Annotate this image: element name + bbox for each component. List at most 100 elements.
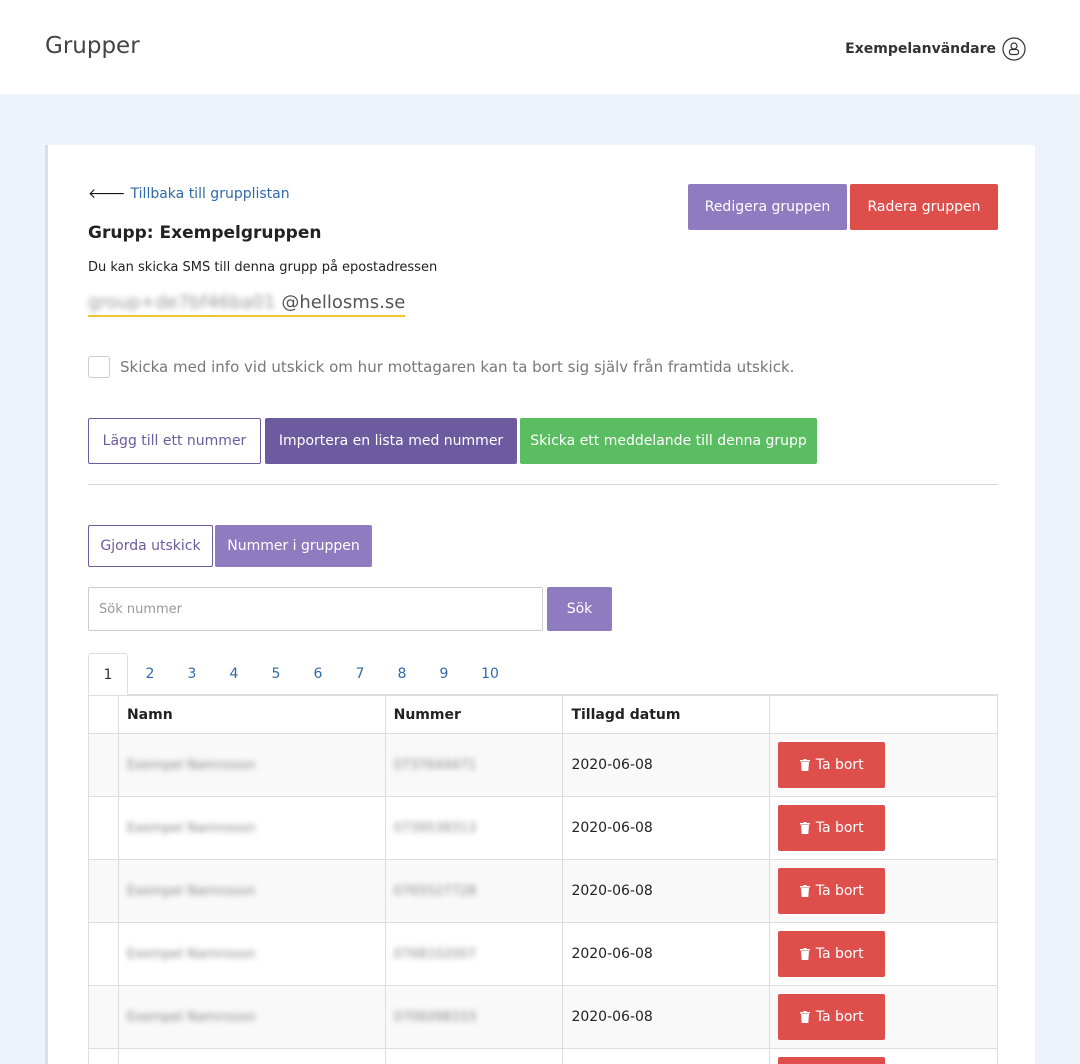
table-row: Exempel Namnsson 0737644471 2020-06-08 T…: [88, 733, 998, 797]
group-email: group+de7bf46ba01 @hellosms.se: [88, 289, 406, 317]
email-prefix-redacted: group+de7bf46ba01: [88, 291, 276, 313]
number-redacted: 0768102007: [393, 947, 477, 962]
number-redacted: 0737644471: [393, 758, 477, 773]
back-link[interactable]: 🡐 Tillbaka till grupplistan: [88, 185, 290, 203]
actions-cell: [769, 1048, 998, 1064]
name-cell: Exempel Namnsson: [117, 985, 386, 1049]
column-header-actions: [769, 695, 998, 734]
date-cell: 2020-06-08: [562, 796, 771, 860]
unsubscribe-option[interactable]: Skicka med info vid utskick om hur motta…: [88, 356, 794, 378]
page-9[interactable]: 9: [424, 653, 464, 695]
number-cell: [384, 1048, 564, 1064]
delete-row-label: Ta bort: [815, 946, 864, 962]
actions-cell: Ta bort: [769, 922, 998, 986]
unsubscribe-checkbox[interactable]: [88, 356, 110, 378]
page-10[interactable]: 10: [466, 653, 514, 695]
numbers-table: Namn Nummer Tillagd datum Exempel Namnss…: [88, 695, 998, 1064]
unsubscribe-label: Skicka med info vid utskick om hur motta…: [120, 358, 795, 376]
column-header-date: Tillagd datum: [562, 695, 771, 734]
page-5[interactable]: 5: [256, 653, 296, 695]
trash-icon: [799, 822, 810, 834]
date-cell: 2020-06-08: [562, 859, 771, 923]
delete-row-label: Ta bort: [815, 1009, 864, 1025]
name-redacted: Exempel Namnsson: [126, 1010, 256, 1025]
number-cell: 0737644471: [384, 733, 564, 797]
number-cell: 0765527728: [384, 859, 564, 923]
delete-row-label: Ta bort: [815, 757, 864, 773]
delete-row-label: Ta bort: [815, 820, 864, 836]
name-redacted: Exempel Namnsson: [126, 821, 256, 836]
row-select-cell: [88, 1048, 119, 1064]
column-header-select: [88, 695, 119, 734]
delete-row-label: Ta bort: [815, 883, 864, 899]
page-1[interactable]: 1: [88, 653, 128, 696]
column-header-name: Namn: [117, 695, 386, 734]
delete-row-button[interactable]: Ta bort: [778, 805, 886, 851]
delete-row-button[interactable]: [778, 1057, 886, 1064]
date-cell: 2020-06-08: [562, 922, 771, 986]
page-4[interactable]: 4: [214, 653, 254, 695]
page-6[interactable]: 6: [298, 653, 338, 695]
trash-icon: [799, 885, 810, 897]
column-header-number: Nummer: [384, 695, 564, 734]
date-cell: [562, 1048, 771, 1064]
add-number-button[interactable]: Lägg till ett nummer: [88, 418, 261, 464]
page-2[interactable]: 2: [130, 653, 170, 695]
delete-row-button[interactable]: Ta bort: [778, 742, 886, 788]
name-redacted: Exempel Namnsson: [126, 884, 256, 899]
name-redacted: Exempel Namnsson: [126, 758, 256, 773]
name-cell: [117, 1048, 386, 1064]
actions-cell: Ta bort: [769, 796, 998, 860]
tab-group-numbers[interactable]: Nummer i gruppen: [215, 525, 372, 567]
delete-group-button[interactable]: Radera gruppen: [850, 184, 998, 230]
user-name: Exempelanvändare: [845, 41, 996, 57]
name-cell: Exempel Namnsson: [117, 859, 386, 923]
name-cell: Exempel Namnsson: [117, 922, 386, 986]
user-menu[interactable]: Exempelanvändare: [845, 37, 1026, 61]
divider: [88, 484, 998, 485]
table-row: Exempel Namnsson 0765527728 2020-06-08 T…: [88, 859, 998, 923]
page-title: Grupper: [45, 33, 140, 59]
number-redacted: 0706098333: [393, 1010, 477, 1025]
tab-sent-messages[interactable]: Gjorda utskick: [88, 525, 213, 567]
trash-icon: [799, 948, 810, 960]
row-select-cell: [88, 733, 119, 797]
table-row: Exempel Namnsson 0739538313 2020-06-08 T…: [88, 796, 998, 860]
page-3[interactable]: 3: [172, 653, 212, 695]
delete-row-button[interactable]: Ta bort: [778, 868, 886, 914]
page-7[interactable]: 7: [340, 653, 380, 695]
email-domain: @hellosms.se: [281, 291, 406, 313]
send-message-button[interactable]: Skicka ett meddelande till denna grupp: [520, 418, 817, 464]
table-row: Exempel Namnsson 0706098333 2020-06-08 T…: [88, 985, 998, 1049]
row-select-cell: [88, 985, 119, 1049]
actions-cell: Ta bort: [769, 733, 998, 797]
number-cell: 0768102007: [384, 922, 564, 986]
group-card: 🡐 Tillbaka till grupplistan Redigera gru…: [45, 145, 1035, 1064]
trash-icon: [799, 759, 810, 771]
back-link-label: Tillbaka till grupplistan: [130, 185, 290, 202]
edit-group-button[interactable]: Redigera gruppen: [688, 184, 847, 230]
page-8[interactable]: 8: [382, 653, 422, 695]
row-select-cell: [88, 922, 119, 986]
email-description: Du kan skicka SMS till denna grupp på ep…: [88, 260, 438, 275]
number-cell: 0706098333: [384, 985, 564, 1049]
top-bar: Grupper Exempelanvändare: [0, 0, 1080, 94]
user-icon: [1002, 37, 1026, 61]
search-button[interactable]: Sök: [547, 587, 612, 631]
pagination: 1 2 3 4 5 6 7 8 9 10: [88, 653, 998, 696]
actions-cell: Ta bort: [769, 859, 998, 923]
search-input[interactable]: [88, 587, 543, 631]
delete-row-button[interactable]: Ta bort: [778, 931, 886, 977]
arrow-left-icon: 🡐: [88, 186, 126, 202]
row-select-cell: [88, 796, 119, 860]
date-cell: 2020-06-08: [562, 733, 771, 797]
table-row: Exempel Namnsson 0768102007 2020-06-08 T…: [88, 922, 998, 986]
group-heading: Grupp: Exempelgruppen: [88, 223, 322, 243]
name-cell: Exempel Namnsson: [117, 733, 386, 797]
import-list-button[interactable]: Importera en lista med nummer: [265, 418, 517, 464]
delete-row-button[interactable]: Ta bort: [778, 994, 886, 1040]
actions-cell: Ta bort: [769, 985, 998, 1049]
trash-icon: [799, 1011, 810, 1023]
number-redacted: 0739538313: [393, 821, 477, 836]
number-cell: 0739538313: [384, 796, 564, 860]
